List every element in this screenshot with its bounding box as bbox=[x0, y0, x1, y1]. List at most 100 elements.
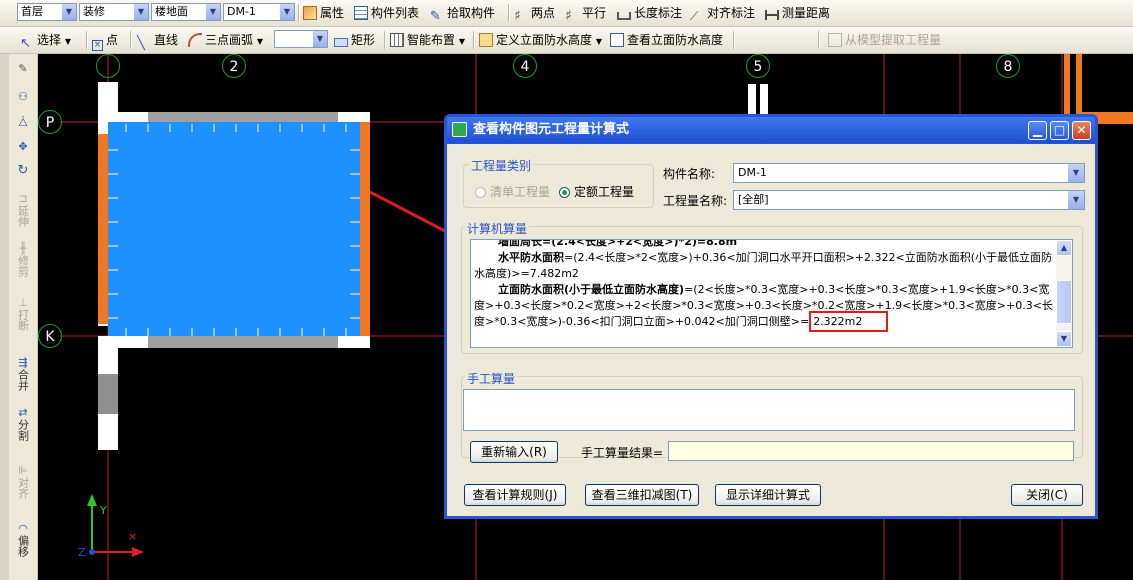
select-button[interactable]: ↖ 选择 ▼ bbox=[20, 30, 71, 51]
align-dim-label: 对齐标注 bbox=[707, 6, 756, 20]
define-waterproof-height-button[interactable]: 定义立面防水高度 ▼ bbox=[479, 30, 602, 50]
rectangle-button[interactable]: 矩形 bbox=[334, 30, 375, 50]
radio-circle bbox=[475, 187, 486, 198]
define-height-icon bbox=[479, 33, 493, 47]
scroll-thumb[interactable] bbox=[1056, 280, 1072, 324]
arc-label: 三点画弧 bbox=[205, 33, 254, 47]
properties-button[interactable]: 属性 bbox=[303, 3, 344, 23]
extend-tool[interactable]: ⊐ 延伸 bbox=[12, 192, 34, 230]
formula-line-0: 墙面周长=(2.4<长度>+2<宽度>)*2)=8.8m bbox=[474, 239, 1054, 250]
rotate-icon[interactable]: ↻ bbox=[12, 164, 34, 177]
line-label: 直线 bbox=[154, 33, 179, 47]
length-dim-button[interactable]: 长度标注 bbox=[617, 3, 682, 23]
parallel-button[interactable]: ♯ 平行 bbox=[565, 3, 606, 23]
view-height-icon bbox=[610, 33, 624, 47]
axis-bubble-5: 5 bbox=[746, 54, 770, 78]
y-label: Y bbox=[99, 504, 107, 517]
window-bottom[interactable] bbox=[148, 336, 338, 348]
merge-label: 合并 bbox=[16, 369, 30, 391]
view-rules-button[interactable]: 查看计算规则(J) bbox=[464, 484, 566, 506]
select-label: 选择 bbox=[37, 33, 62, 47]
show-detail-button[interactable]: 显示详细计算式 bbox=[715, 484, 821, 506]
minimize-icon: ▁ bbox=[1032, 123, 1043, 137]
qty-type-group-label: 工程量类别 bbox=[469, 157, 534, 174]
pen-icon[interactable]: ✎ bbox=[12, 62, 34, 75]
radio-quota-label: 定额工程量 bbox=[574, 185, 635, 199]
three-point-arc-button[interactable]: 三点画弧 ▼ bbox=[188, 30, 263, 50]
merge-icon: ⇶ bbox=[18, 356, 28, 369]
manual-result-field[interactable] bbox=[668, 441, 1074, 461]
merge-tool[interactable]: ⇶ 合并 bbox=[12, 356, 34, 394]
floor-select[interactable]: 首层 ▼ bbox=[17, 3, 77, 21]
ruler-icon bbox=[765, 10, 779, 20]
view-3d-deduction-button[interactable]: 查看三维扣减图(T) bbox=[585, 484, 699, 506]
maximize-button[interactable]: □ bbox=[1050, 121, 1069, 140]
offset-tool[interactable]: ◠ 偏移 bbox=[12, 522, 34, 560]
chevron-down-icon: ▼ bbox=[280, 4, 294, 20]
move-icon[interactable]: ✥ bbox=[12, 140, 34, 153]
length-dim-label: 长度标注 bbox=[634, 6, 683, 20]
pick-component-button[interactable]: ✎ 拾取构件 bbox=[430, 3, 496, 24]
close-button[interactable]: 关闭(C) bbox=[1011, 484, 1083, 506]
minimize-button[interactable]: ▁ bbox=[1028, 121, 1047, 140]
formula-scrollbar[interactable]: ▲ ▼ bbox=[1056, 240, 1072, 347]
copy-icon[interactable]: ⚇ bbox=[12, 90, 34, 103]
align-dim-button[interactable]: ⟋ 对齐标注 bbox=[690, 3, 755, 23]
reinput-button[interactable]: 重新输入(R) bbox=[470, 441, 558, 463]
radio-quota-qty[interactable]: 定额工程量 bbox=[559, 183, 634, 200]
two-points-button[interactable]: ♯ 两点 bbox=[514, 3, 555, 23]
view-waterproof-height-button[interactable]: 查看立面防水高度 bbox=[610, 30, 723, 50]
two-points-label: 两点 bbox=[531, 6, 556, 20]
reinput-label: 重新输入(R) bbox=[481, 445, 547, 459]
component-select[interactable]: DM-1 ▼ bbox=[223, 3, 295, 21]
component-list-button[interactable]: 构件列表 bbox=[354, 3, 419, 23]
extract-icon bbox=[828, 33, 842, 47]
floor-dm1[interactable] bbox=[108, 122, 370, 336]
component-type-select[interactable]: 楼地面 ▼ bbox=[151, 3, 221, 21]
manual-formula-input[interactable] bbox=[463, 389, 1075, 431]
point-button[interactable]: × 点 bbox=[92, 30, 118, 51]
view-3d-label: 查看三维扣减图(T) bbox=[591, 488, 693, 502]
axis-4-label: 4 bbox=[520, 59, 530, 75]
dialog-titlebar[interactable]: 查看构件图元工程量计算式 ▁ □ ✕ bbox=[447, 117, 1095, 143]
comp-name-select[interactable]: DM-1 ▼ bbox=[733, 163, 1085, 183]
trim-tool[interactable]: ╫ 修剪 bbox=[12, 242, 34, 280]
split-tool[interactable]: ⇄ 分割 bbox=[12, 406, 34, 444]
line-button[interactable]: ╲ 直线 bbox=[137, 30, 179, 51]
qty-name-select[interactable]: [全部] ▼ bbox=[733, 190, 1085, 210]
component-value: DM-1 bbox=[227, 5, 256, 18]
qty-name-label: 工程量名称: bbox=[663, 194, 728, 208]
vertical-waterproof-result: 2.322m2 bbox=[813, 315, 863, 328]
scroll-up-icon[interactable]: ▲ bbox=[1056, 240, 1072, 256]
y-arrowhead bbox=[87, 494, 97, 506]
radio-circle-selected bbox=[559, 187, 570, 198]
rect-label: 矩形 bbox=[351, 33, 376, 47]
pick-label: 拾取构件 bbox=[447, 6, 496, 20]
close-window-button[interactable]: ✕ bbox=[1072, 121, 1091, 140]
break-tool[interactable]: ⊥ 打断 bbox=[12, 296, 34, 334]
chevron-down-icon: ▼ bbox=[206, 4, 220, 20]
chevron-down-icon: ▼ bbox=[62, 4, 76, 20]
close-label: 关闭(C) bbox=[1026, 488, 1068, 502]
align-label: 对齐 bbox=[16, 477, 30, 499]
chevron-down-icon: ▼ bbox=[256, 37, 263, 46]
close-icon: ✕ bbox=[1076, 123, 1087, 137]
main-toolbar: 首层 ▼ 装修 ▼ 楼地面 ▼ DM-1 ▼ 属性 构件列表 ✎ 拾取构件 ♯ 两点 ♯ 平行… bbox=[0, 0, 1133, 27]
view-waterproof-label: 查看立面防水高度 bbox=[627, 33, 724, 47]
align-tool[interactable]: ⊫ 对齐 bbox=[12, 464, 34, 502]
break-label: 打断 bbox=[16, 309, 30, 331]
door-opening[interactable] bbox=[98, 374, 118, 414]
dialog-title: 查看构件图元工程量计算式 bbox=[473, 122, 630, 137]
category-select[interactable]: 装修 ▼ bbox=[79, 3, 149, 21]
axis-8-label: 8 bbox=[1003, 59, 1013, 75]
wall-perimeter-text: 墙面周长=(2.4<长度>+2<宽度>)*2)=8.8m bbox=[498, 239, 738, 248]
radio-list-qty[interactable]: 清单工程量 bbox=[475, 183, 550, 200]
formula-text-area[interactable]: 墙面周长=(2.4<长度>+2<宽度>)*2)=8.8m 水平防水面积=(2.4… bbox=[470, 239, 1073, 348]
offset-label: 偏移 bbox=[16, 535, 30, 557]
smart-layout-button[interactable]: 智能布置 ▼ bbox=[390, 30, 465, 50]
mirror-icon[interactable]: ⧊ bbox=[12, 116, 34, 129]
measure-distance-button[interactable]: 测量距离 bbox=[765, 3, 830, 23]
extract-from-model-button[interactable]: 从模型提取工程量 bbox=[828, 30, 941, 50]
scroll-down-icon[interactable]: ▼ bbox=[1056, 331, 1072, 347]
arc-mode-select[interactable]: ▼ bbox=[274, 30, 328, 48]
